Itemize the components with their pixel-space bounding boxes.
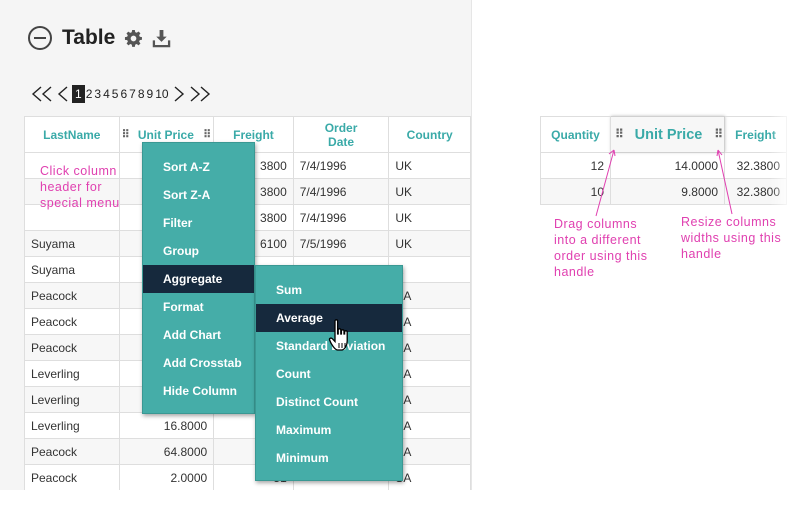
annotation-resize: Resize columns widths using this handle [681, 215, 782, 261]
annotation-drag: Drag columns into a different order using … [554, 217, 648, 279]
annotation-arrows [595, 149, 733, 217]
resize-arrow [717, 149, 733, 215]
drag-arrowhead [608, 149, 616, 157]
drag-arrow [595, 149, 615, 217]
